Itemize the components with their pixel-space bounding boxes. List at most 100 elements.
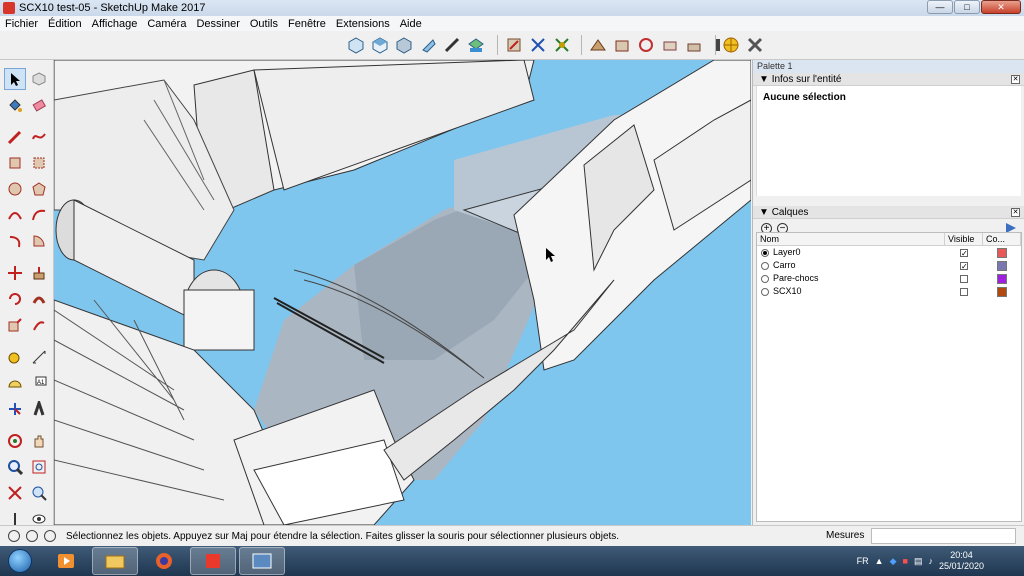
smoove-icon[interactable] (635, 34, 657, 56)
make-component-icon[interactable] (28, 68, 50, 90)
text-tool-icon[interactable]: A1 (28, 372, 50, 394)
menu-aide[interactable]: Aide (395, 18, 427, 30)
push-pull-icon[interactable] (28, 262, 50, 284)
visible-checkbox[interactable]: ✓ (960, 261, 968, 270)
column-color[interactable]: Co... (983, 233, 1021, 245)
dimension-icon[interactable] (28, 346, 50, 368)
front-view-icon[interactable] (393, 34, 415, 56)
app-tray-icon[interactable]: ■ (903, 556, 908, 566)
geo-location-icon[interactable] (720, 34, 742, 56)
taskbar-firefox[interactable] (141, 547, 187, 575)
taskbar-media-player[interactable] (43, 547, 89, 575)
extension-tools-icon[interactable] (744, 34, 766, 56)
rotated-rectangle-icon[interactable] (28, 152, 50, 174)
minimize-button[interactable]: — (927, 0, 953, 14)
scale-icon[interactable] (4, 314, 26, 336)
top-view-icon[interactable] (369, 34, 391, 56)
close-panel-icon[interactable]: ✕ (1011, 75, 1020, 84)
menu-fichier[interactable]: Fichier (0, 18, 43, 30)
volume-icon[interactable]: ♪ (928, 556, 933, 566)
column-name[interactable]: Nom (757, 233, 945, 245)
sandbox-from-contours-icon[interactable] (587, 34, 609, 56)
layer-color-swatch[interactable] (997, 260, 1007, 271)
taskbar-file-explorer[interactable] (92, 547, 138, 575)
close-panel-icon[interactable]: ✕ (1011, 208, 1020, 217)
three-point-arc-icon[interactable] (4, 230, 26, 252)
measurements-input[interactable] (871, 528, 1016, 544)
pan-hand-icon[interactable] (28, 430, 50, 452)
layer-color-swatch[interactable] (997, 286, 1007, 297)
menu-dessiner[interactable]: Dessiner (191, 18, 244, 30)
rectangle-icon[interactable] (4, 152, 26, 174)
maximize-button[interactable]: □ (954, 0, 980, 14)
layer-row[interactable]: Carro ✓ (757, 259, 1021, 272)
drape-icon[interactable] (683, 34, 705, 56)
section-cut-icon[interactable] (527, 34, 549, 56)
menu-edition[interactable]: Édition (43, 18, 87, 30)
move-icon[interactable] (4, 262, 26, 284)
offset-icon[interactable] (28, 314, 50, 336)
stamp-icon[interactable] (659, 34, 681, 56)
entity-info-header[interactable]: ▼ Infos sur l'entité ✕ (753, 73, 1024, 86)
tape-measure-icon[interactable] (4, 346, 26, 368)
eraser-icon[interactable] (28, 94, 50, 116)
menu-fenetre[interactable]: Fenêtre (283, 18, 331, 30)
protractor-icon[interactable] (4, 372, 26, 394)
sandbox-from-scratch-icon[interactable] (611, 34, 633, 56)
active-layer-radio[interactable] (761, 261, 769, 270)
close-button[interactable]: ✕ (981, 0, 1021, 14)
layer-row[interactable]: Pare-chocs (757, 272, 1021, 285)
credits-icon[interactable] (26, 530, 38, 542)
section-fill-icon[interactable] (551, 34, 573, 56)
layers-header[interactable]: ▼ Calques ✕ (753, 206, 1024, 219)
taskbar-window[interactable] (239, 547, 285, 575)
user-icon[interactable] (44, 530, 56, 542)
layer-color-swatch[interactable] (997, 247, 1007, 258)
zoom-extents-icon[interactable] (4, 482, 26, 504)
freehand-icon[interactable] (28, 126, 50, 148)
follow-me-icon[interactable] (28, 288, 50, 310)
start-button[interactable] (0, 546, 40, 576)
circle-icon[interactable] (4, 178, 26, 200)
line-pencil-icon[interactable] (4, 126, 26, 148)
active-layer-radio[interactable] (761, 274, 769, 283)
layer-color-swatch[interactable] (997, 273, 1007, 284)
zoom-window-icon[interactable] (28, 456, 50, 478)
visible-checkbox[interactable] (960, 274, 968, 283)
orbit-icon[interactable] (4, 430, 26, 452)
back-view-icon[interactable] (441, 34, 463, 56)
select-arrow-icon[interactable] (4, 68, 26, 90)
polygon-icon[interactable] (28, 178, 50, 200)
active-layer-radio[interactable] (761, 287, 769, 296)
clock[interactable]: 20:04 25/01/2020 (939, 550, 984, 572)
rotate-icon[interactable] (4, 288, 26, 310)
two-point-arc-icon[interactable] (28, 204, 50, 226)
language-indicator[interactable]: FR (857, 556, 869, 566)
axes-icon[interactable] (4, 398, 26, 420)
menu-camera[interactable]: Caméra (142, 18, 191, 30)
left-view-icon[interactable] (465, 34, 487, 56)
menu-affichage[interactable]: Affichage (87, 18, 143, 30)
visible-checkbox[interactable] (960, 287, 968, 296)
taskbar-sketchup[interactable] (190, 547, 236, 575)
menu-extensions[interactable]: Extensions (331, 18, 395, 30)
3d-text-icon[interactable] (28, 398, 50, 420)
3d-viewport[interactable] (54, 60, 751, 525)
active-layer-radio[interactable] (761, 248, 769, 257)
layer-row[interactable]: SCX10 (757, 285, 1021, 298)
geo-status-icon[interactable] (8, 530, 20, 542)
pie-icon[interactable] (28, 230, 50, 252)
zoom-icon[interactable] (4, 456, 26, 478)
dropbox-icon[interactable]: ◆ (890, 556, 897, 567)
menu-outils[interactable]: Outils (245, 18, 283, 30)
column-visible[interactable]: Visible (945, 233, 983, 245)
iso-view-icon[interactable] (345, 34, 367, 56)
right-view-icon[interactable] (417, 34, 439, 56)
paint-bucket-icon[interactable] (4, 94, 26, 116)
section-plane-icon[interactable] (503, 34, 525, 56)
tray-arrow-icon[interactable]: ▲ (875, 556, 884, 566)
arc-icon[interactable] (4, 204, 26, 226)
layer-row[interactable]: Layer0 ✓ (757, 246, 1021, 259)
network-icon[interactable]: ▤ (914, 556, 923, 567)
visible-checkbox[interactable]: ✓ (960, 248, 968, 257)
